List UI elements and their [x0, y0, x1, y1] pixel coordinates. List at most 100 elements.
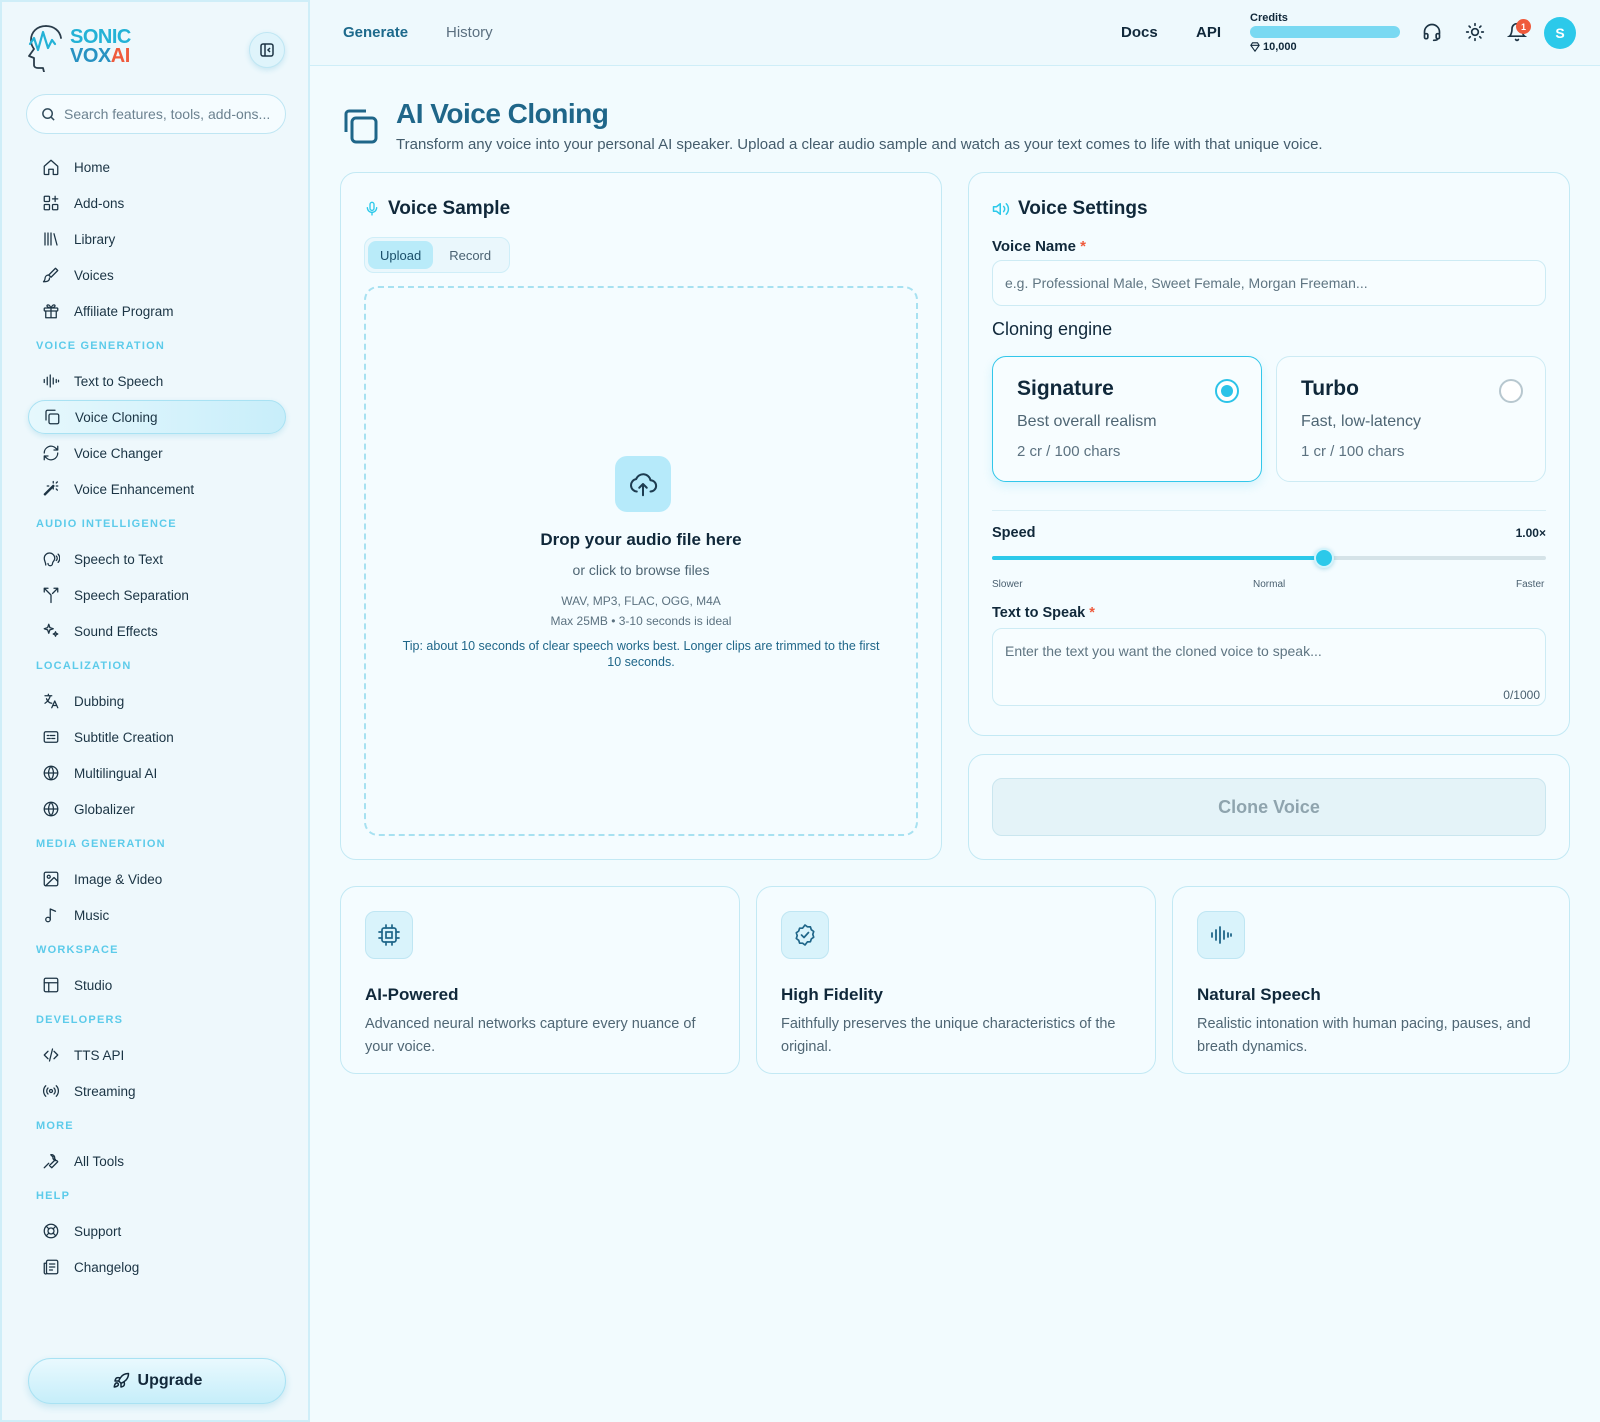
copy-icon [340, 106, 380, 146]
engine-option-signature[interactable]: Signature Best overall realism 2 cr / 10… [992, 356, 1262, 482]
image-icon [42, 870, 60, 888]
clone-voice-button[interactable]: Clone Voice [992, 778, 1546, 836]
drop-title: Drop your audio file here [540, 530, 742, 549]
speed-slider-fill [992, 556, 1325, 560]
sidebar-collapse-icon [259, 42, 275, 58]
engine-description: Fast, low-latency [1301, 413, 1422, 430]
refresh-icon [42, 444, 60, 462]
sidebar-item-text-to-speech[interactable]: Text to Speech [28, 364, 286, 398]
sidebar-item-multilingual-ai[interactable]: Multilingual AI [28, 756, 286, 790]
sidebar-search[interactable] [26, 94, 286, 134]
notification-badge: 1 [1516, 19, 1531, 34]
engine-radio[interactable] [1499, 379, 1523, 403]
drop-subtitle: or click to browse files [572, 562, 710, 578]
sidebar-item-label: TTS API [74, 1047, 125, 1063]
speed-label: Speed [992, 525, 1036, 541]
sidebar-item-label: Add-ons [74, 195, 125, 211]
collapse-sidebar-button[interactable] [249, 32, 285, 68]
sidebar-item-streaming[interactable]: Streaming [28, 1074, 286, 1108]
upgrade-label: Upgrade [137, 1372, 203, 1389]
sidebar-item-home[interactable]: Home [28, 150, 286, 184]
lifebuoy-icon [42, 1222, 60, 1240]
sample-mode-toggle: Upload Record [364, 237, 510, 273]
copy-icon [43, 408, 61, 426]
sidebar-item-all-tools[interactable]: All Tools [28, 1144, 286, 1178]
sidebar-item-label: Support [74, 1223, 122, 1239]
sidebar-item-label: Text to Speech [74, 373, 164, 389]
sidebar-item-voice-changer[interactable]: Voice Changer [28, 436, 286, 470]
voice-name-input[interactable] [992, 260, 1546, 306]
upgrade-button[interactable]: Upgrade [28, 1358, 286, 1404]
sidebar-item-changelog[interactable]: Changelog [28, 1250, 286, 1284]
sidebar-item-label: Changelog [74, 1259, 140, 1275]
sidebar-section-developers: DEVELOPERS [36, 1014, 124, 1026]
sidebar-item-voices[interactable]: Voices [28, 258, 286, 292]
cloning-engine-label: Cloning engine [992, 319, 1113, 339]
library-icon [42, 230, 60, 248]
search-icon [41, 107, 56, 122]
tab-history[interactable]: History [446, 24, 493, 41]
sidebar-section-localization: LOCALIZATION [36, 660, 132, 672]
credits-balance: 10,000 [1250, 41, 1297, 53]
tab-generate[interactable]: Generate [343, 24, 408, 41]
speed-tick-slower: Slower [992, 579, 1023, 590]
sidebar-item-label: Library [74, 231, 116, 247]
home-icon [42, 158, 60, 176]
sidebar-item-support[interactable]: Support [28, 1214, 286, 1248]
diamond-icon [1250, 42, 1260, 52]
page-subtitle: Transform any voice into your personal A… [396, 136, 1323, 153]
engine-option-turbo[interactable]: Turbo Fast, low-latency 1 cr / 100 chars [1276, 356, 1546, 482]
speed-slider[interactable] [992, 548, 1546, 568]
sidebar-item-label: Affiliate Program [74, 303, 174, 319]
feature-title: High Fidelity [781, 985, 883, 1004]
audio-dropzone[interactable]: Drop your audio file here or click to br… [364, 286, 918, 836]
sidebar-item-studio[interactable]: Studio [28, 968, 286, 1002]
sidebar-item-voice-cloning[interactable]: Voice Cloning [28, 400, 286, 434]
feature-title: Natural Speech [1197, 985, 1321, 1004]
mode-record-button[interactable]: Record [437, 241, 503, 269]
mode-upload-button[interactable]: Upload [368, 241, 434, 269]
sidebar-item-sound-effects[interactable]: Sound Effects [28, 614, 286, 648]
sidebar-item-speech-to-text[interactable]: Speech to Text [28, 542, 286, 576]
sidebar-section-voice-generation: VOICE GENERATION [36, 340, 166, 352]
sidebar-item-affiliate-program[interactable]: Affiliate Program [28, 294, 286, 328]
text-to-speak-input[interactable] [992, 628, 1546, 706]
translate-icon [42, 692, 60, 710]
docs-link[interactable]: Docs [1121, 24, 1158, 41]
settings-divider [992, 510, 1546, 511]
sidebar-item-globalizer[interactable]: Globalizer [28, 792, 286, 826]
sidebar-item-image-and-video[interactable]: Image & Video [28, 862, 286, 896]
sidebar-item-tts-api[interactable]: TTS API [28, 1038, 286, 1072]
sidebar-item-label: Voices [74, 267, 114, 283]
theme-sun-icon[interactable] [1465, 22, 1485, 42]
rocket-icon [112, 1372, 130, 1390]
subtitles-icon [42, 728, 60, 746]
engine-name: Signature [1017, 377, 1114, 400]
character-count: 0/1000 [1503, 688, 1540, 702]
sidebar-item-label: Music [74, 907, 110, 923]
sidebar-item-music[interactable]: Music [28, 898, 286, 932]
voice-sample-title: Voice Sample [388, 198, 511, 219]
sidebar-item-dubbing[interactable]: Dubbing [28, 684, 286, 718]
user-avatar[interactable]: S [1544, 17, 1576, 49]
search-input[interactable] [64, 106, 274, 122]
sidebar-item-label: Image & Video [74, 871, 163, 887]
sidebar-item-add-ons[interactable]: Add-ons [28, 186, 286, 220]
sidebar-item-voice-enhancement[interactable]: Voice Enhancement [28, 472, 286, 506]
speaker-icon [992, 200, 1010, 218]
brand-logo[interactable]: SONIC VOXAI [26, 22, 131, 72]
sidebar-item-subtitle-creation[interactable]: Subtitle Creation [28, 720, 286, 754]
api-link[interactable]: API [1196, 24, 1221, 41]
sidebar-item-speech-separation[interactable]: Speech Separation [28, 578, 286, 612]
waveform-icon [1197, 911, 1245, 959]
upload-cloud-icon [615, 456, 671, 512]
sidebar-section-workspace: WORKSPACE [36, 944, 119, 956]
sidebar-item-library[interactable]: Library [28, 222, 286, 256]
voice-sample-header: Voice Sample [364, 198, 510, 220]
engine-radio-selected[interactable] [1215, 379, 1239, 403]
feature-card-natural-speech: Natural Speech Realistic intonation with… [1172, 886, 1570, 1074]
music-icon [42, 906, 60, 924]
voice-settings-header: Voice Settings [992, 198, 1148, 220]
engine-price: 2 cr / 100 chars [1017, 443, 1121, 460]
headset-icon[interactable] [1422, 22, 1442, 42]
